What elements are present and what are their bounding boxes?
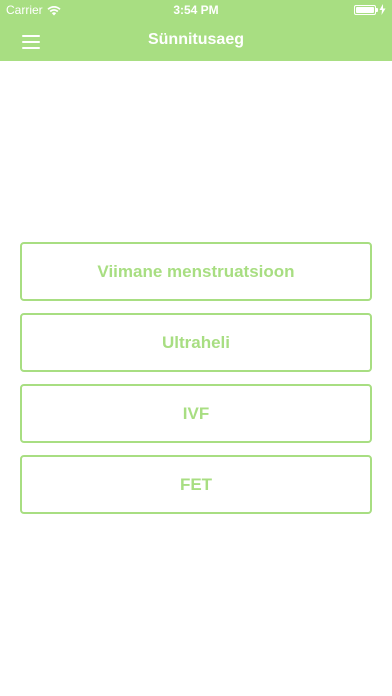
status-time: 3:54 PM	[173, 3, 219, 17]
battery-level-fill	[356, 6, 374, 13]
status-bar: Carrier 3:54 PM	[0, 0, 392, 20]
charging-icon	[379, 4, 386, 15]
calculation-method-list: Viimane menstruatsioon Ultraheli IVF FET	[20, 242, 372, 526]
last-menstruation-button[interactable]: Viimane menstruatsioon	[20, 242, 372, 301]
battery-icon	[354, 4, 378, 15]
fet-button[interactable]: FET	[20, 455, 372, 514]
ivf-button[interactable]: IVF	[20, 384, 372, 443]
battery-indicator	[354, 4, 386, 15]
ultrasound-button[interactable]: Ultraheli	[20, 313, 372, 372]
page-title: Sünnitusaeg	[147, 31, 244, 48]
navigation-bar: Carrier 3:54 PM Sünnitusaeg	[0, 0, 392, 61]
